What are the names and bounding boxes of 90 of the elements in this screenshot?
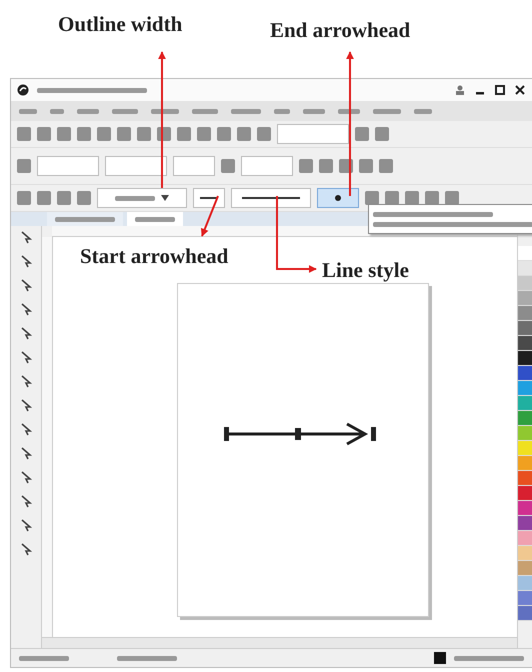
- size-field[interactable]: [105, 156, 167, 176]
- color-swatch[interactable]: [518, 336, 532, 351]
- color-swatch[interactable]: [518, 306, 532, 321]
- tool-icon[interactable]: [19, 302, 33, 316]
- toolbar-icon[interactable]: [137, 127, 151, 141]
- color-swatch[interactable]: [518, 471, 532, 486]
- toolbar-icon[interactable]: [37, 127, 51, 141]
- color-swatch[interactable]: [518, 351, 532, 366]
- toolbar-icon[interactable]: [445, 191, 459, 205]
- toolbar-icon[interactable]: [17, 127, 31, 141]
- color-swatch[interactable]: [518, 516, 532, 531]
- zoom-field[interactable]: [277, 124, 349, 144]
- horizontal-scrollbar[interactable]: [42, 637, 517, 648]
- toolbar-icon[interactable]: [17, 159, 31, 173]
- toolbar-icon[interactable]: [425, 191, 439, 205]
- caret-icon: [161, 195, 169, 201]
- document-tab[interactable]: [127, 212, 183, 226]
- tool-icon[interactable]: [19, 326, 33, 340]
- end-arrowhead-dropdown[interactable]: [317, 188, 359, 208]
- color-swatch[interactable]: [518, 291, 532, 306]
- tool-icon[interactable]: [19, 374, 33, 388]
- welcome-tab[interactable]: [47, 212, 123, 226]
- toolbar-icon[interactable]: [97, 127, 111, 141]
- tool-icon[interactable]: [19, 446, 33, 460]
- tool-icon[interactable]: [19, 494, 33, 508]
- color-swatch[interactable]: [518, 396, 532, 411]
- color-swatch[interactable]: [518, 591, 532, 606]
- color-swatch[interactable]: [518, 606, 532, 621]
- toolbar-icon[interactable]: [359, 159, 373, 173]
- tool-icon[interactable]: [19, 518, 33, 532]
- color-swatch[interactable]: [518, 321, 532, 336]
- person-icon[interactable]: [454, 84, 466, 96]
- position-field[interactable]: [37, 156, 99, 176]
- toolbar-icon[interactable]: [237, 127, 251, 141]
- color-swatch[interactable]: [518, 456, 532, 471]
- tool-icon[interactable]: [19, 542, 33, 556]
- color-swatch[interactable]: [518, 501, 532, 516]
- toolbar-icon[interactable]: [177, 127, 191, 141]
- toolbar-icon[interactable]: [37, 191, 51, 205]
- color-swatch[interactable]: [518, 486, 532, 501]
- toolbar-icon[interactable]: [217, 127, 231, 141]
- color-swatch[interactable]: [518, 261, 532, 276]
- color-swatch[interactable]: [518, 561, 532, 576]
- color-swatch[interactable]: [518, 411, 532, 426]
- color-swatch[interactable]: [518, 381, 532, 396]
- toolbar-icon[interactable]: [405, 191, 419, 205]
- tool-icon[interactable]: [19, 398, 33, 412]
- toolbar-icon[interactable]: [299, 159, 313, 173]
- line-style-dropdown[interactable]: [231, 188, 311, 208]
- toolbar-icon[interactable]: [257, 127, 271, 141]
- tool-icon[interactable]: [19, 350, 33, 364]
- annotation-label: End arrowhead: [270, 20, 410, 41]
- color-swatch[interactable]: [518, 576, 532, 591]
- color-swatch[interactable]: [518, 246, 532, 261]
- annotation-label: Start arrowhead: [80, 246, 228, 267]
- annotation-arrow: [200, 196, 219, 237]
- color-swatch[interactable]: [518, 441, 532, 456]
- toolbar-icon[interactable]: [221, 159, 235, 173]
- toolbar-icon[interactable]: [355, 127, 369, 141]
- toolbar-icon[interactable]: [77, 127, 91, 141]
- tool-icon[interactable]: [19, 470, 33, 484]
- scale-field[interactable]: [173, 156, 215, 176]
- outline-width-dropdown[interactable]: [97, 188, 187, 208]
- toolbar-icon[interactable]: [57, 127, 71, 141]
- toolbar-icon[interactable]: [319, 159, 333, 173]
- tool-icon[interactable]: [19, 254, 33, 268]
- toolbar-icon[interactable]: [365, 191, 379, 205]
- color-swatch[interactable]: [518, 546, 532, 561]
- color-swatch[interactable]: [518, 276, 532, 291]
- toolbar-icon[interactable]: [379, 159, 393, 173]
- tool-icon[interactable]: [19, 230, 33, 244]
- annotation-label: Line style: [322, 260, 409, 281]
- tool-icon[interactable]: [19, 278, 33, 292]
- annotation-label: Outline width: [58, 14, 182, 35]
- app-logo-icon: [17, 84, 29, 96]
- tool-icon[interactable]: [19, 422, 33, 436]
- maximize-icon[interactable]: [494, 84, 506, 96]
- toolbar-icon[interactable]: [77, 191, 91, 205]
- rotation-field[interactable]: [241, 156, 293, 176]
- toolbar-icon[interactable]: [117, 127, 131, 141]
- toolbar-icon[interactable]: [57, 191, 71, 205]
- color-swatch[interactable]: [518, 366, 532, 381]
- color-swatch[interactable]: [518, 531, 532, 546]
- toolbar-icon[interactable]: [17, 191, 31, 205]
- toolbar-icon[interactable]: [385, 191, 399, 205]
- toolbar-icon[interactable]: [375, 127, 389, 141]
- color-swatch[interactable]: [518, 426, 532, 441]
- close-icon[interactable]: [514, 84, 526, 96]
- toolbar-icon[interactable]: [197, 127, 211, 141]
- start-arrowhead-dropdown[interactable]: [193, 188, 225, 208]
